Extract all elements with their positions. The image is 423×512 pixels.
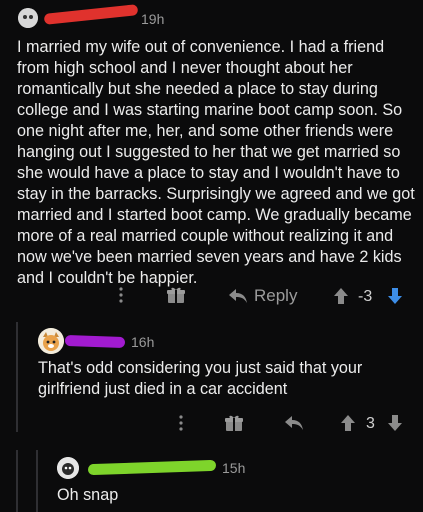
thread-line [16,450,18,512]
thread-line [36,450,38,512]
upvote-icon [334,288,348,304]
comment-timestamp: 19h [141,11,165,27]
avatar[interactable] [57,457,79,479]
upvote-button[interactable] [334,288,348,304]
more-options-button[interactable] [118,286,124,304]
downvote-icon [388,288,402,304]
award-button[interactable] [167,287,185,304]
reply-button[interactable]: Reply [228,286,297,306]
upvote-button[interactable] [341,415,355,431]
username-redaction [43,4,139,25]
comment-timestamp: 15h [222,460,246,476]
reply-icon [229,289,247,303]
avatar[interactable] [18,8,38,28]
downvote-button[interactable] [388,415,402,431]
comment-body: I married my wife out of convenience. I … [17,38,415,287]
reply-label: Reply [254,286,298,305]
comment-body: That's odd considering you just said tha… [38,359,363,398]
comment-timestamp: 16h [131,334,155,350]
vote-score: -3 [358,288,373,305]
thread-line [16,322,18,432]
downvote-icon [388,415,402,431]
username-redaction [64,334,126,349]
avatar[interactable] [38,328,64,354]
downvote-button[interactable] [388,288,402,304]
comment-body: Oh snap [57,486,119,504]
award-icon [225,415,243,431]
username-redaction [87,459,217,476]
award-icon [167,287,185,303]
vote-score: 3 [366,415,375,432]
more-options-button[interactable] [178,414,184,432]
reply-button[interactable] [284,415,304,431]
upvote-icon [341,415,355,431]
reply-icon [285,416,303,430]
more-icon [119,287,123,303]
award-button[interactable] [225,415,243,432]
more-icon [179,415,183,431]
